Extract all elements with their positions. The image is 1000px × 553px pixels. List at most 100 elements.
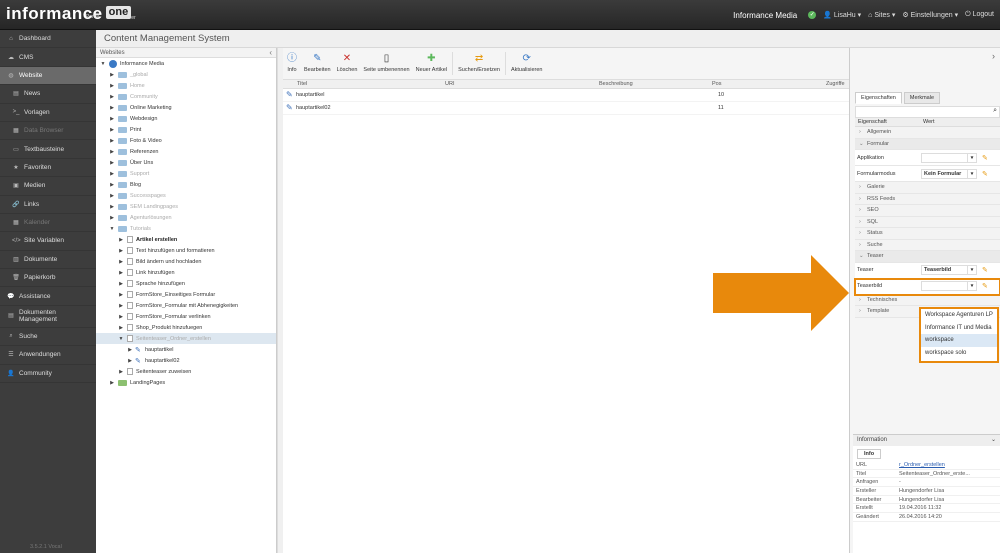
tree-item[interactable]: ▶ Online Marketing — [96, 102, 276, 113]
expand-right-icon[interactable]: ▶ — [109, 182, 115, 188]
expand-icon[interactable]: › — [992, 51, 995, 61]
tree-item[interactable]: ▶ Link hinzufügen — [96, 267, 276, 278]
tree-item[interactable]: ▶ Successpages — [96, 190, 276, 201]
applikation-select[interactable]: ▾ — [921, 152, 977, 163]
sidebar-item-cms[interactable]: ☁ CMS — [0, 48, 96, 67]
sidebar-item-medien[interactable]: ▣ Medien — [0, 177, 96, 196]
col-pos[interactable]: Pos — [712, 81, 721, 87]
tree-item[interactable]: ▶ Shop_Produkt hinzufuegen — [96, 322, 276, 333]
refresh-button[interactable]: ⟳ Aktualisieren — [508, 48, 546, 79]
sidebar-item-favoriten[interactable]: ★ Favoriten — [0, 159, 96, 178]
dropdown-option[interactable]: workspace — [921, 334, 997, 347]
expand-right-icon[interactable]: ▶ — [109, 215, 115, 221]
expand-right-icon[interactable]: ▶ — [109, 94, 115, 100]
search-replace-button[interactable]: ⇄ Suchen/Ersetzen — [455, 48, 503, 79]
expand-right-icon[interactable]: ▶ — [118, 292, 124, 298]
settings-menu[interactable]: ⚙ Einstellungen ▾ — [902, 11, 958, 19]
group-rss[interactable]: › RSS Feeds — [855, 193, 1000, 205]
sidebar-item-dashboard[interactable]: ⌂ Dashboard — [0, 30, 96, 49]
group-suche[interactable]: › Suche — [855, 239, 1000, 251]
expand-right-icon[interactable]: ▶ — [109, 149, 115, 155]
expand-right-icon[interactable]: ▶ — [118, 248, 124, 254]
group-seo[interactable]: › SEO — [855, 205, 1000, 217]
tree-item[interactable]: ▶ FormStore_Formular mit Abhenegigkeiten — [96, 300, 276, 311]
info-button[interactable]: ⓘ Info — [283, 48, 301, 79]
expand-right-icon[interactable]: ▶ — [109, 105, 115, 111]
group-sql[interactable]: › SQL — [855, 216, 1000, 228]
tree-item[interactable]: ▶ LandingPages — [96, 377, 276, 388]
sidebar-item-kalender[interactable]: ▦ Kalender — [0, 214, 96, 233]
tree-item[interactable]: ▼ Seitenteaser_Ordner_erstellen — [96, 333, 276, 344]
delete-button[interactable]: ✕ Löschen — [334, 48, 361, 79]
col-title[interactable]: Titel — [297, 81, 307, 87]
tab-eigenschaften[interactable]: Eigenschaften — [855, 92, 902, 104]
tree-item[interactable]: ▼ Informance Media — [96, 58, 276, 69]
expand-down-icon[interactable]: ▼ — [109, 226, 115, 232]
expand-right-icon[interactable]: ▶ — [109, 138, 115, 144]
group-formular[interactable]: ⌄ Formular — [855, 138, 1000, 150]
tree-item[interactable]: ▶ Community — [96, 91, 276, 102]
chevron-down-icon[interactable]: ⌄ — [991, 435, 996, 446]
tree-item[interactable]: ▶ Support — [96, 168, 276, 179]
sidebar-item-dokumenten-management[interactable]: ▤ Dokumenten Management — [0, 306, 96, 328]
sidebar-item-website[interactable]: ◍ Website — [0, 66, 96, 86]
expand-right-icon[interactable]: ▶ — [109, 116, 115, 122]
url-link[interactable]: r_Ordner_erstellen — [899, 461, 945, 469]
table-row[interactable]: ✎ hauptartikel02 11 — [283, 102, 849, 115]
col-uri[interactable]: URI — [445, 81, 454, 87]
edit-button[interactable]: ✎ Bearbeiten — [301, 48, 334, 79]
sidebar-item-news[interactable]: ▤ News — [0, 85, 96, 104]
expand-right-icon[interactable]: ▶ — [127, 358, 133, 364]
expand-right-icon[interactable]: ▶ — [118, 314, 124, 320]
tree-item[interactable]: ▶ Agenturlösungen — [96, 212, 276, 223]
dropdown-option[interactable]: Workspace Agenturen LP — [921, 309, 997, 322]
properties-search-input[interactable]: ⌕ — [855, 106, 1000, 118]
teaser-select[interactable]: Teaserbild ▾ — [921, 265, 977, 275]
sidebar-item-suche[interactable]: ⌕ Suche — [0, 328, 96, 347]
tree-item[interactable]: ▼ Tutorials — [96, 223, 276, 234]
group-galerie[interactable]: › Galerie — [855, 182, 1000, 194]
sidebar-item-assistance[interactable]: 💬 Assistance — [0, 287, 96, 306]
collapse-icon[interactable]: ‹ — [269, 48, 272, 57]
sidebar-item-textbausteine[interactable]: ▭ Textbausteine — [0, 140, 96, 159]
tree-item[interactable]: ▶ Print — [96, 124, 276, 135]
teaserbild-select[interactable]: ▾ — [921, 281, 977, 291]
pencil-icon[interactable]: ✎ — [982, 170, 988, 178]
group-teaser[interactable]: ⌄ Teaser — [855, 251, 1000, 263]
tree-item[interactable]: ▶ Text hinzufügen und formatieren — [96, 245, 276, 256]
expand-right-icon[interactable]: ▶ — [118, 259, 124, 265]
sidebar-item-links[interactable]: 🔗 Links — [0, 196, 96, 214]
expand-right-icon[interactable]: ▶ — [118, 303, 124, 309]
sidebar-item-site-variablen[interactable]: </> Site Variablen — [0, 232, 96, 251]
tree-item[interactable]: ▶ Blog — [96, 179, 276, 190]
expand-right-icon[interactable]: ▶ — [118, 237, 124, 243]
expand-right-icon[interactable]: ▶ — [118, 270, 124, 276]
expand-right-icon[interactable]: ▶ — [118, 369, 124, 375]
new-article-button[interactable]: ✚ Neuer Artikel — [413, 48, 451, 79]
group-status[interactable]: › Status — [855, 228, 1000, 240]
tree-item[interactable]: ▶ ✎ hauptartikel02 — [96, 355, 276, 366]
tree-item[interactable]: ▶ FormStore_Formular verlinken — [96, 311, 276, 322]
tree-item[interactable]: ▶ Sprache hinzufügen — [96, 278, 276, 289]
expand-right-icon[interactable]: ▶ — [109, 83, 115, 89]
rename-button[interactable]: ▯ Seite umbenennen — [360, 48, 412, 79]
expand-right-icon[interactable]: ▶ — [118, 281, 124, 287]
tree-item[interactable]: ▶ FormStore_Einseitiges Formular — [96, 289, 276, 300]
expand-right-icon[interactable]: ▶ — [109, 171, 115, 177]
table-row[interactable]: ✎ hauptartikel 10 — [283, 89, 849, 102]
tree-item[interactable]: ▶ SEM Landingpages — [96, 201, 276, 212]
col-access[interactable]: Zugriffe — [826, 81, 845, 87]
pencil-icon[interactable]: ✎ — [982, 154, 988, 162]
sidebar-item-data-browser[interactable]: ▦ Data Browser — [0, 122, 96, 141]
sidebar-item-community[interactable]: 👤 Community — [0, 365, 96, 384]
expand-right-icon[interactable]: ▶ — [109, 204, 115, 210]
col-description[interactable]: Beschreibung — [599, 81, 633, 87]
pencil-icon[interactable]: ✎ — [982, 266, 988, 274]
tree-item[interactable]: ▶ ✎ hauptartikel — [96, 344, 276, 355]
group-technisches[interactable]: › Technisches — [855, 294, 1000, 306]
sidebar-item-vorlagen[interactable]: >_ Vorlagen — [0, 104, 96, 122]
formularmodus-select[interactable]: Kein Formular ▾ — [921, 168, 977, 179]
tree-item[interactable]: ▶ _global — [96, 69, 276, 80]
tree-item[interactable]: ▶ Home — [96, 80, 276, 91]
sidebar-item-anwendungen[interactable]: ☰ Anwendungen — [0, 346, 96, 365]
